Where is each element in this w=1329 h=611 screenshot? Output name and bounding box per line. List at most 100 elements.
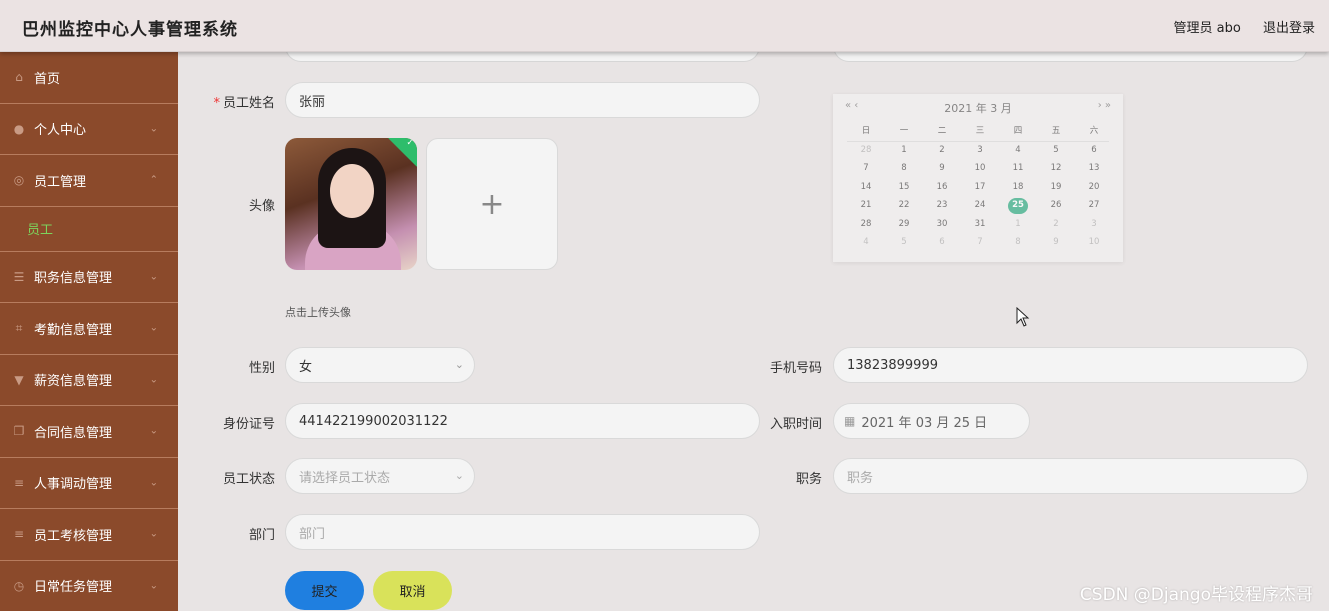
calendar-day[interactable]: 1	[999, 217, 1037, 233]
calendar-day[interactable]: 30	[923, 217, 961, 233]
calendar-day[interactable]: 21	[847, 198, 885, 214]
calendar-header: 2021 年 3 月	[944, 102, 1012, 115]
sidebar: ⌂ 首页 ● 个人中心 ⌄ ◎ 员工管理 ⌃ 员工 ☰ 职务信息管理 ⌄ ⌗ 考…	[0, 52, 178, 611]
calendar-day[interactable]: 16	[923, 180, 961, 196]
calendar-day[interactable]: 10	[1075, 235, 1113, 251]
calendar-day[interactable]: 5	[885, 235, 923, 251]
sidebar-item-label: 考勤信息管理	[34, 322, 113, 338]
sidebar-item-attendance-mgmt[interactable]: ⌗ 考勤信息管理 ⌄	[0, 303, 178, 355]
calendar-weekday: 日	[861, 126, 871, 136]
department-input[interactable]: 部门	[285, 514, 760, 550]
calendar-day[interactable]: 29	[885, 217, 923, 233]
calendar-day[interactable]: 2	[923, 143, 961, 159]
calendar-day[interactable]: 11	[999, 161, 1037, 177]
position-input[interactable]: 职务	[833, 458, 1308, 494]
clock-icon: ◷	[13, 578, 25, 593]
sidebar-item-task-mgmt[interactable]: ◷ 日常任务管理 ⌄	[0, 561, 178, 611]
sidebar-item-profile[interactable]: ● 个人中心 ⌄	[0, 104, 178, 155]
calendar-day[interactable]: 3	[1075, 217, 1113, 233]
calendar-day[interactable]: 8	[885, 161, 923, 177]
avatar-image[interactable]	[285, 138, 417, 270]
calendar-day[interactable]: 3	[961, 143, 999, 159]
calendar-day[interactable]: 13	[1075, 161, 1113, 177]
phone-input[interactable]: 13823899999	[833, 347, 1308, 383]
sidebar-item-salary-mgmt[interactable]: ▼ 薪资信息管理 ⌄	[0, 355, 178, 406]
cancel-button[interactable]: 取消	[373, 571, 452, 610]
menu-icon: ≡	[13, 475, 25, 490]
calendar-day[interactable]: 14	[847, 180, 885, 196]
calendar-day[interactable]: 15	[885, 180, 923, 196]
calendar-day[interactable]: 1	[885, 143, 923, 159]
calendar-day[interactable]: 22	[885, 198, 923, 214]
calendar-day[interactable]: 4	[847, 235, 885, 251]
calendar-day[interactable]: 12	[1037, 161, 1075, 177]
calendar-day[interactable]: 17	[961, 180, 999, 196]
user-icon: ●	[13, 121, 25, 136]
calendar-day[interactable]: 7	[847, 161, 885, 177]
sidebar-item-contract-mgmt[interactable]: ❐ 合同信息管理 ⌄	[0, 406, 178, 458]
calendar-day[interactable]: 19	[1037, 180, 1075, 196]
sidebar-subitem-employee[interactable]: 员工	[0, 207, 178, 252]
calendar-day[interactable]: 10	[961, 161, 999, 177]
id-number-input[interactable]: 441422199002031122	[285, 403, 760, 439]
calendar-day[interactable]: 31	[961, 217, 999, 233]
chevron-down-icon: ⌄	[454, 469, 464, 482]
avatar-face-shape	[330, 164, 374, 218]
calendar-day[interactable]: 6	[1075, 143, 1113, 159]
calendar-day[interactable]: 18	[999, 180, 1037, 196]
sidebar-item-label: 员工管理	[34, 174, 87, 190]
home-icon: ⌂	[15, 70, 23, 85]
upload-button[interactable]: +	[426, 138, 558, 270]
gender-select[interactable]: 女 ⌄	[285, 347, 475, 383]
upload-success-icon	[388, 138, 417, 167]
submit-button[interactable]: 提交	[285, 571, 364, 610]
admin-user-label[interactable]: 管理员 abo	[1174, 21, 1241, 36]
next-year-month-icon[interactable]: › »	[1098, 100, 1111, 111]
chevron-down-icon: ⌄	[149, 271, 158, 283]
calendar-day[interactable]: 5	[1037, 143, 1075, 159]
name-input[interactable]: 张丽	[285, 82, 760, 118]
calendar-day[interactable]: 26	[1037, 198, 1075, 214]
chevron-down-icon: ⌄	[149, 580, 158, 592]
calendar-day[interactable]: 27	[1075, 198, 1113, 214]
calendar-day[interactable]: 9	[923, 161, 961, 177]
sidebar-item-employee-mgmt[interactable]: ◎ 员工管理 ⌃	[0, 155, 178, 207]
calendar-day[interactable]: 7	[961, 235, 999, 251]
calendar-day[interactable]: 4	[999, 143, 1037, 159]
status-label: 员工状态	[222, 472, 275, 487]
calendar-day[interactable]: 20	[1075, 180, 1113, 196]
sidebar-item-evaluation-mgmt[interactable]: ≡ 员工考核管理 ⌄	[0, 509, 178, 561]
calendar-day[interactable]: 23	[923, 198, 961, 214]
logout-link[interactable]: 退出登录	[1263, 21, 1315, 36]
sidebar-item-position-mgmt[interactable]: ☰ 职务信息管理 ⌄	[0, 252, 178, 303]
app-title: 巴州监控中心人事管理系统	[22, 20, 238, 40]
calendar-day[interactable]: 8	[999, 235, 1037, 251]
calendar-day[interactable]: 6	[923, 235, 961, 251]
chevron-down-icon: ⌄	[149, 322, 158, 334]
calendar-grid: 日一二三四五六 28 1 2 3 4 5 6 7 8 9 10 11 12 13 14 15 16 17 18 19 20…	[847, 124, 1113, 251]
sidebar-item-home[interactable]: ⌂ 首页	[0, 52, 178, 104]
calendar-weekday: 三	[975, 126, 985, 136]
status-select[interactable]: 请选择员工状态 ⌄	[285, 458, 475, 494]
chevron-down-icon: ⌄	[454, 358, 464, 371]
sidebar-item-label: 合同信息管理	[34, 425, 113, 441]
chevron-up-icon: ⌃	[149, 174, 158, 186]
upload-hint: 点击上传头像	[285, 306, 351, 319]
calendar-day[interactable]: 28	[847, 217, 885, 233]
sidebar-item-transfer-mgmt[interactable]: ≡ 人事调动管理 ⌄	[0, 458, 178, 509]
sidebar-item-label: 日常任务管理	[34, 580, 113, 596]
calendar-day[interactable]: 2	[1037, 217, 1075, 233]
id-number-label: 身份证号	[222, 417, 275, 432]
calendar-weekday: 六	[1089, 126, 1099, 136]
calendar-day[interactable]: 28	[847, 143, 885, 159]
chevron-down-icon: ⌄	[149, 123, 158, 135]
hire-date-input[interactable]: ▦ 2021 年 03 月 25 日	[833, 403, 1030, 439]
required-marker: *	[213, 96, 220, 111]
name-label: * 员工姓名	[213, 96, 275, 111]
calendar-day[interactable]: 9	[1037, 235, 1075, 251]
watermark-text: CSDN @Django毕设程序杰哥	[1079, 585, 1313, 605]
sidebar-item-label: 首页	[34, 71, 61, 87]
menu-icon: ≡	[13, 527, 25, 542]
calendar-day[interactable]: 24	[961, 198, 999, 214]
calendar-day[interactable]: 25	[1008, 198, 1028, 214]
